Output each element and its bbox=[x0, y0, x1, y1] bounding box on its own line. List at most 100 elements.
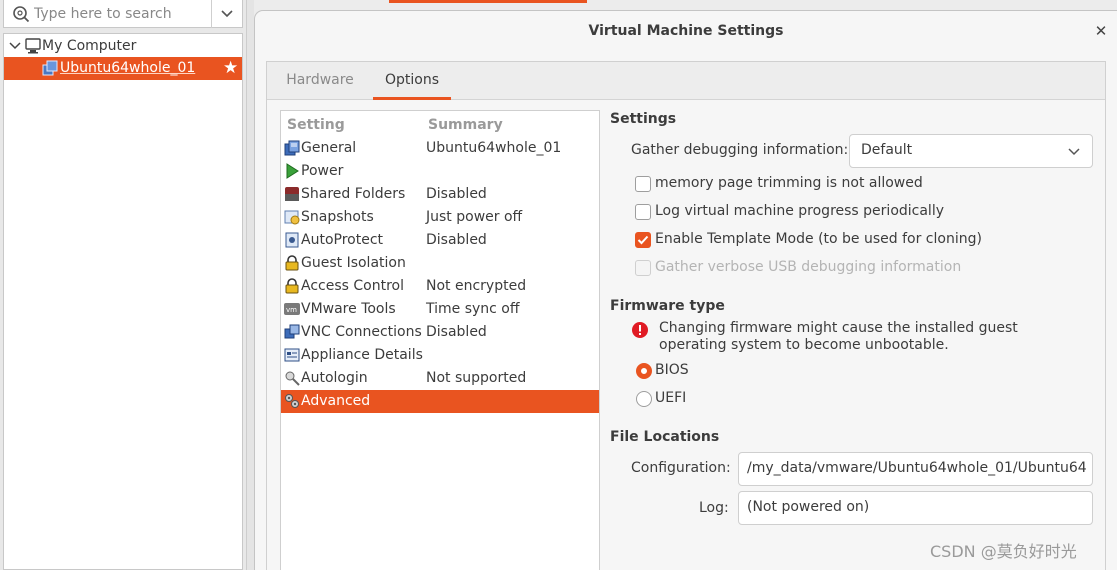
tree-label-vm: Ubuntu64whole_01 bbox=[60, 60, 196, 76]
settings-row-summary: Ubuntu64whole_01 bbox=[426, 140, 562, 156]
settings-row-name: Appliance Details bbox=[301, 347, 423, 363]
tree-item-vm[interactable]: Ubuntu64whole_01 ★ bbox=[4, 57, 242, 80]
settings-row-summary: Not supported bbox=[426, 370, 527, 386]
settings-row-name: AutoProtect bbox=[301, 232, 384, 248]
column-header-summary: Summary bbox=[428, 117, 503, 133]
vnc-icon bbox=[284, 324, 300, 339]
settings-row-name: Shared Folders bbox=[301, 186, 406, 202]
lock-icon bbox=[285, 255, 299, 271]
autologin-icon bbox=[285, 371, 300, 386]
vmware-tools-icon: vm bbox=[284, 303, 300, 315]
configuration-field[interactable] bbox=[738, 452, 1093, 486]
star-icon[interactable]: ★ bbox=[223, 59, 241, 77]
library-tree: My Computer Ubuntu64whole_01 ★ bbox=[3, 33, 243, 570]
settings-row-summary: Disabled bbox=[426, 324, 487, 340]
autoprotect-icon bbox=[285, 232, 299, 248]
radio-label: BIOS bbox=[655, 362, 689, 378]
settings-row-snapshots[interactable]: Snapshots Just power off bbox=[281, 206, 599, 229]
firmware-warning-text: Changing firmware might cause the instal… bbox=[659, 320, 1018, 353]
settings-row-name: Guest Isolation bbox=[301, 255, 406, 271]
tab-hardware[interactable]: Hardware bbox=[275, 62, 365, 99]
settings-row-name: General bbox=[301, 140, 357, 156]
general-icon bbox=[284, 140, 300, 156]
usb-debug-checkbox bbox=[635, 260, 651, 276]
settings-row-advanced[interactable]: Advanced bbox=[281, 390, 599, 413]
checkbox-label: memory page trimming is not allowed bbox=[655, 175, 923, 191]
configuration-label: Configuration: bbox=[631, 460, 731, 476]
template-mode-checkbox[interactable] bbox=[635, 232, 651, 248]
advanced-icon bbox=[285, 394, 299, 408]
debug-info-value: Default bbox=[861, 142, 913, 158]
vm-settings-dialog: Virtual Machine Settings ✕ Hardware Opti… bbox=[254, 10, 1117, 570]
lock-icon bbox=[285, 278, 299, 294]
settings-row-name: Snapshots bbox=[301, 209, 374, 225]
watermark: CSDN @莫负好时光 bbox=[930, 542, 1077, 561]
library-pane: My Computer Ubuntu64whole_01 ★ bbox=[0, 0, 246, 570]
checkbox-label: Gather verbose USB debugging information bbox=[655, 259, 962, 275]
debug-info-label: Gather debugging information: bbox=[631, 142, 849, 158]
shared-folders-icon bbox=[285, 187, 299, 201]
settings-row-summary: Not encrypted bbox=[426, 278, 527, 294]
settings-section-title: Settings bbox=[610, 111, 677, 127]
settings-row-shared-folders[interactable]: Shared Folders Disabled bbox=[281, 183, 599, 206]
settings-row-summary: Disabled bbox=[426, 232, 487, 248]
settings-row-autoprotect[interactable]: AutoProtect Disabled bbox=[281, 229, 599, 252]
tab-options[interactable]: Options bbox=[373, 62, 451, 100]
log-progress-checkbox[interactable] bbox=[635, 204, 651, 220]
checkbox-label: Log virtual machine progress periodicall… bbox=[655, 203, 944, 219]
settings-row-appliance-details[interactable]: Appliance Details bbox=[281, 344, 599, 367]
tab-bar: Hardware Options bbox=[267, 62, 1105, 100]
chevron-down-icon[interactable] bbox=[220, 8, 234, 20]
search-icon[interactable] bbox=[12, 5, 30, 23]
close-button[interactable]: ✕ bbox=[1091, 21, 1111, 41]
window-gap bbox=[246, 0, 254, 570]
warning-icon bbox=[632, 322, 648, 338]
debug-info-dropdown[interactable]: Default bbox=[849, 134, 1093, 168]
tree-item-my-computer[interactable]: My Computer bbox=[4, 35, 242, 58]
svg-text:vm: vm bbox=[286, 306, 297, 314]
power-icon bbox=[286, 163, 299, 179]
search-input[interactable] bbox=[34, 4, 204, 24]
settings-row-vmware-tools[interactable]: vm VMware Tools Time sync off bbox=[281, 298, 599, 321]
dialog-title: Virtual Machine Settings bbox=[588, 23, 784, 39]
bios-radio[interactable] bbox=[636, 363, 652, 379]
settings-row-name: VNC Connections bbox=[301, 324, 422, 340]
settings-row-name: Advanced bbox=[301, 393, 371, 409]
configuration-input[interactable] bbox=[747, 460, 1087, 476]
computer-icon bbox=[25, 38, 41, 54]
snapshots-icon bbox=[284, 210, 300, 225]
tab-options-label: Options bbox=[384, 72, 440, 88]
settings-row-summary: Disabled bbox=[426, 186, 487, 202]
library-search bbox=[3, 0, 243, 28]
uefi-radio[interactable] bbox=[636, 391, 652, 407]
log-field[interactable] bbox=[738, 491, 1093, 525]
column-header-setting: Setting bbox=[287, 117, 345, 133]
tree-label-my-computer: My Computer bbox=[42, 38, 137, 54]
settings-row-name: Power bbox=[301, 163, 344, 179]
settings-row-name: Access Control bbox=[301, 278, 404, 294]
vm-icon bbox=[42, 60, 58, 76]
firmware-section-title: Firmware type bbox=[610, 298, 725, 314]
settings-row-general[interactable]: General Ubuntu64whole_01 bbox=[281, 137, 599, 160]
chevron-down-icon[interactable] bbox=[9, 40, 21, 52]
log-input[interactable] bbox=[747, 499, 1087, 515]
appliance-icon bbox=[284, 348, 300, 362]
file-locations-section-title: File Locations bbox=[610, 429, 720, 445]
checkmark-icon bbox=[637, 235, 649, 245]
settings-row-autologin[interactable]: Autologin Not supported bbox=[281, 367, 599, 390]
checkbox-label: Enable Template Mode (to be used for clo… bbox=[655, 231, 982, 247]
settings-row-summary: Just power off bbox=[426, 209, 523, 225]
background-tab-indicator bbox=[389, 0, 587, 3]
search-divider bbox=[211, 0, 212, 28]
settings-row-guest-isolation[interactable]: Guest Isolation bbox=[281, 252, 599, 275]
settings-row-name: Autologin bbox=[301, 370, 368, 386]
radio-label: UEFI bbox=[655, 390, 687, 406]
settings-row-access-control[interactable]: Access Control Not encrypted bbox=[281, 275, 599, 298]
settings-row-summary: Time sync off bbox=[426, 301, 520, 317]
settings-row-power[interactable]: Power bbox=[281, 160, 599, 183]
memory-trimming-checkbox[interactable] bbox=[635, 176, 651, 192]
settings-list[interactable]: Setting Summary General Ubuntu64whole_01… bbox=[280, 110, 600, 570]
settings-row-vnc-connections[interactable]: VNC Connections Disabled bbox=[281, 321, 599, 344]
settings-row-name: VMware Tools bbox=[301, 301, 396, 317]
active-tab-indicator bbox=[373, 97, 451, 100]
